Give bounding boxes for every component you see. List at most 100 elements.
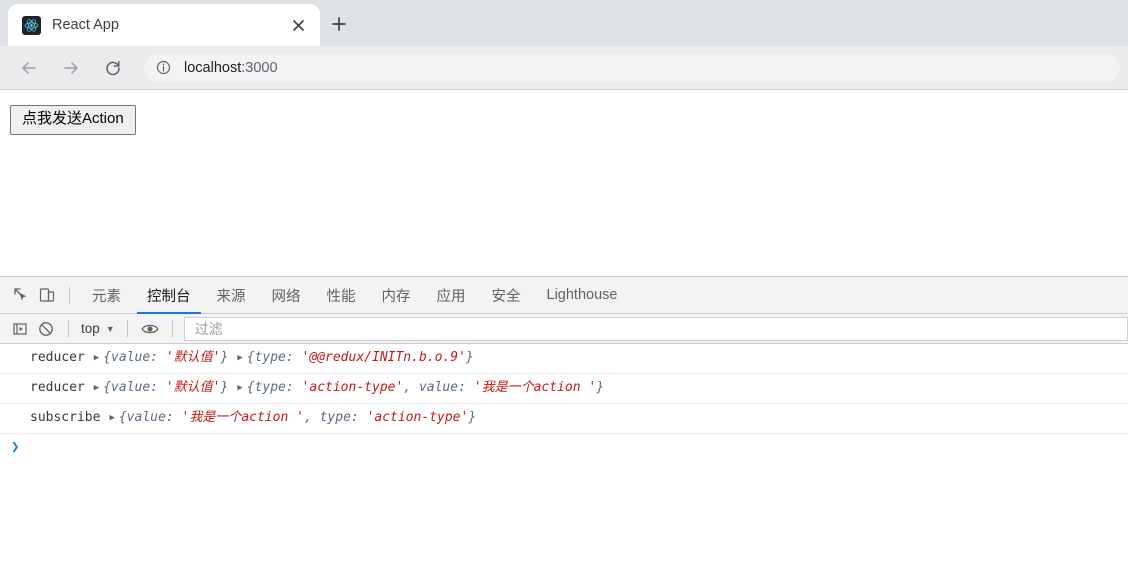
object-string-value: '我是一个action ' <box>473 380 597 395</box>
clear-console-icon[interactable] <box>33 316 59 342</box>
console-toolbar: top ▼ 过滤 <box>0 314 1128 344</box>
devtools-tab-sources[interactable]: 来源 <box>204 277 259 314</box>
toolbar-divider <box>126 320 128 337</box>
console-log-label: reducer <box>30 380 85 395</box>
console-prompt[interactable]: ❯ <box>0 434 1128 460</box>
url-host: localhost <box>184 59 242 76</box>
reload-button[interactable] <box>98 53 128 83</box>
execute-snippet-icon[interactable] <box>7 316 33 342</box>
object-key: type: <box>254 380 294 395</box>
console-log-row: reducer ▶ {value: '默认值'} ▶ {type: 'action-ty… <box>0 374 1128 404</box>
back-button[interactable] <box>14 53 44 83</box>
object-punctuation <box>174 410 182 425</box>
browser-tab-react-app[interactable]: React App <box>8 4 320 46</box>
object-punctuation <box>294 350 302 365</box>
devtools-panel: 元素 控制台 来源 网络 性能 内存 应用 安全 Lighthouse top … <box>0 276 1128 572</box>
address-bar-url: localhost:3000 <box>184 60 278 76</box>
address-bar[interactable]: localhost:3000 <box>144 53 1120 82</box>
chevron-down-icon: ▼ <box>105 323 115 334</box>
object-punctuation: } <box>220 380 229 395</box>
object-string-value: '默认值' <box>165 380 221 395</box>
devtools-tab-lighthouse[interactable]: Lighthouse <box>534 277 631 314</box>
device-toolbar-icon[interactable] <box>34 282 60 308</box>
console-object-body: {value: '默认值'} <box>103 379 228 397</box>
disclosure-triangle-icon[interactable]: ▶ <box>237 349 242 367</box>
devtools-tab-network[interactable]: 网络 <box>259 277 314 314</box>
console-log-label: subscribe <box>30 410 101 425</box>
toolbar-divider <box>171 320 173 337</box>
console-object-preview[interactable]: ▶ {value: '我是一个action ', type: 'action-ty… <box>109 409 476 428</box>
object-punctuation: } <box>220 350 229 365</box>
toolbar-divider <box>69 286 70 304</box>
disclosure-triangle-icon[interactable]: ▶ <box>94 349 99 367</box>
close-icon[interactable] <box>286 13 310 37</box>
disclosure-triangle-icon[interactable]: ▶ <box>237 379 242 397</box>
devtools-tab-performance[interactable]: 性能 <box>314 277 369 314</box>
js-context-selector[interactable]: top ▼ <box>78 321 118 336</box>
console-object-preview[interactable]: ▶ {type: '@@redux/INITn.b.o.9'} <box>237 349 473 368</box>
disclosure-triangle-icon[interactable]: ▶ <box>109 409 114 427</box>
object-punctuation: } <box>596 380 605 395</box>
devtools-tab-memory[interactable]: 内存 <box>369 277 424 314</box>
react-logo-icon <box>22 15 41 35</box>
console-filter-input[interactable]: 过滤 <box>183 316 1128 341</box>
object-string-value: '我是一个action ' <box>181 410 304 425</box>
console-object-preview[interactable]: ▶ {type: 'action-type', value: '我是一个actio… <box>237 379 604 398</box>
object-punctuation: { <box>103 350 112 365</box>
object-punctuation: , <box>303 410 320 425</box>
new-tab-button[interactable] <box>325 10 353 38</box>
object-punctuation: } <box>465 350 474 365</box>
object-punctuation: { <box>103 380 112 395</box>
console-rows: reducer ▶ {value: '默认值'} ▶ {type: '@@redux/I… <box>0 344 1128 434</box>
object-string-value: 'action-type' <box>301 380 404 395</box>
object-string-value: '默认值' <box>165 350 221 365</box>
send-action-button[interactable]: 点我发送Action <box>10 105 136 135</box>
browser-toolbar: localhost:3000 <box>0 46 1128 90</box>
devtools-tab-application[interactable]: 应用 <box>424 277 479 314</box>
inspect-element-icon[interactable] <box>8 282 34 308</box>
object-key: value: <box>111 380 159 395</box>
console-object-body: {type: 'action-type', value: '我是一个action… <box>247 379 604 397</box>
console-object-body: {value: '默认值'} <box>103 349 228 367</box>
object-punctuation: , <box>403 380 419 395</box>
forward-button[interactable] <box>56 53 86 83</box>
js-context-value: top <box>81 321 100 336</box>
devtools-tab-console[interactable]: 控制台 <box>134 277 204 314</box>
console-log-label: reducer <box>30 350 85 365</box>
console-object-body: {value: '我是一个action ', type: 'action-typ… <box>119 409 476 427</box>
object-key: type: <box>319 410 359 425</box>
toolbar-divider <box>68 320 69 337</box>
console-object-body: {type: '@@redux/INITn.b.o.9'} <box>247 349 474 367</box>
site-info-icon[interactable] <box>155 60 171 76</box>
devtools-tab-bar: 元素 控制台 来源 网络 性能 内存 应用 安全 Lighthouse <box>0 277 1128 314</box>
console-log-row: subscribe ▶ {value: '我是一个action ', type: '… <box>0 404 1128 434</box>
object-string-value: '@@redux/INITn.b.o.9' <box>301 350 466 365</box>
object-punctuation: { <box>118 410 127 425</box>
object-key: value: <box>111 350 159 365</box>
object-punctuation <box>158 380 166 395</box>
object-key: type: <box>254 350 294 365</box>
object-key: value: <box>126 410 174 425</box>
disclosure-triangle-icon[interactable]: ▶ <box>94 379 99 397</box>
object-punctuation: { <box>246 350 255 365</box>
object-punctuation <box>359 410 367 425</box>
console-log-row: reducer ▶ {value: '默认值'} ▶ {type: '@@redux/I… <box>0 344 1128 374</box>
object-punctuation <box>158 350 166 365</box>
object-punctuation <box>466 380 474 395</box>
page-viewport: 点我发送Action <box>0 90 1128 276</box>
url-port: :3000 <box>241 59 278 76</box>
browser-tab-title: React App <box>52 17 119 33</box>
devtools-tab-security[interactable]: 安全 <box>479 277 534 314</box>
object-punctuation <box>294 380 302 395</box>
devtools-tab-elements[interactable]: 元素 <box>79 277 134 314</box>
object-punctuation: } <box>468 410 477 425</box>
object-punctuation: { <box>246 380 255 395</box>
object-string-value: 'action-type' <box>366 410 469 425</box>
prompt-caret-icon: ❯ <box>11 439 20 455</box>
live-expression-icon[interactable] <box>137 316 163 342</box>
object-key: value: <box>418 380 466 395</box>
console-output: reducer ▶ {value: '默认值'} ▶ {type: '@@redux/I… <box>0 344 1128 572</box>
console-object-preview[interactable]: ▶ {value: '默认值'} <box>94 349 229 368</box>
browser-tab-strip: React App <box>0 0 1128 46</box>
console-object-preview[interactable]: ▶ {value: '默认值'} <box>94 379 229 398</box>
